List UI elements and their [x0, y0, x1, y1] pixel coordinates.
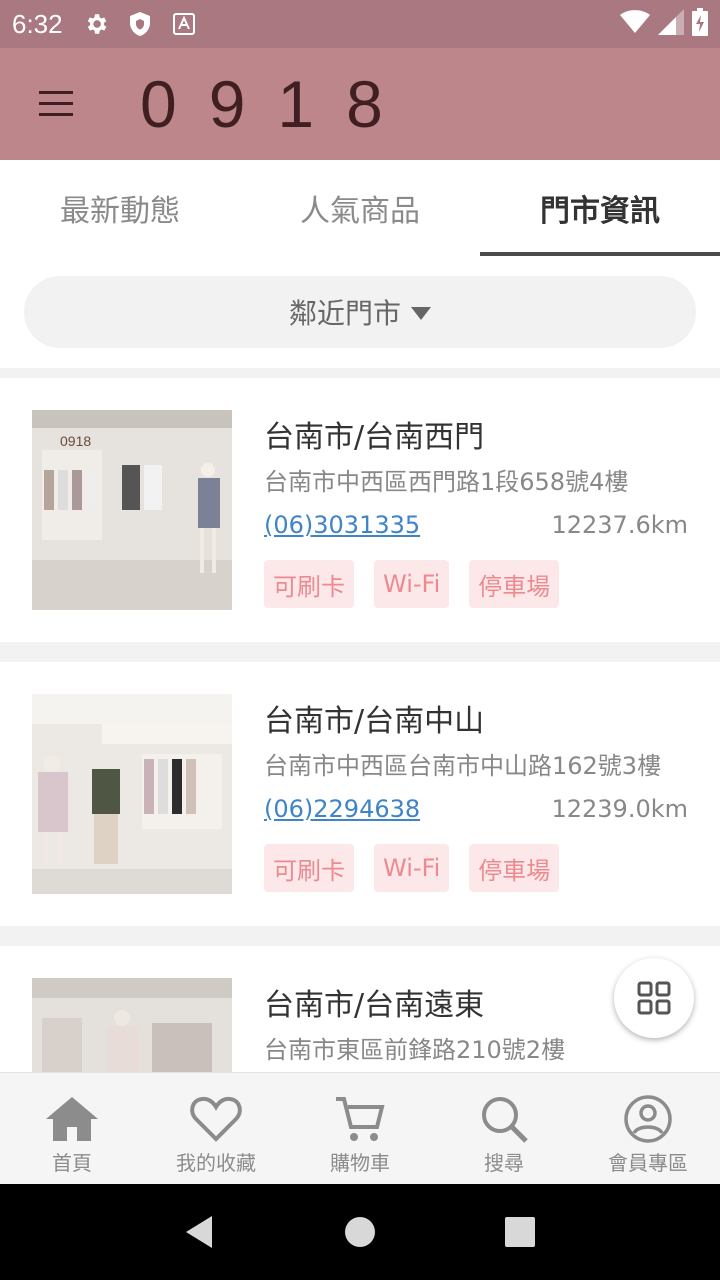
- home-circle-icon[interactable]: [342, 1214, 378, 1250]
- menu-button[interactable]: [0, 48, 112, 160]
- status-time: 6:32: [12, 8, 63, 39]
- store-card[interactable]: 台南市/台南中山 台南市中西區台南市中山路162號3樓 (06)2294638 …: [0, 662, 720, 926]
- nav-home[interactable]: 首頁: [0, 1073, 144, 1184]
- store-list: 0918 台南市/台南西門 台南市中西區西門路1段658號4樓 (06)3031…: [0, 378, 720, 1072]
- tag-credit-card: 可刷卡: [264, 844, 354, 892]
- account-icon: [624, 1095, 672, 1143]
- tab-store-info[interactable]: 門市資訊: [480, 160, 720, 256]
- caret-down-icon: [411, 306, 431, 320]
- nearby-stores-dropdown[interactable]: 鄰近門市: [24, 276, 696, 348]
- store-tags: 可刷卡 Wi-Fi 停車場: [264, 844, 560, 892]
- bottom-navigation: 首頁 我的收藏 購物車 搜尋 會員專區: [0, 1072, 720, 1184]
- signal-icon: [658, 9, 684, 39]
- store-name: 台南市/台南遠東: [264, 988, 485, 1023]
- store-name: 台南市/台南西門: [264, 420, 485, 455]
- nav-cart[interactable]: 購物車: [288, 1073, 432, 1184]
- store-address: 台南市中西區西門路1段658號4樓: [264, 468, 629, 496]
- heart-icon: [190, 1096, 242, 1142]
- store-tags: 可刷卡 Wi-Fi 停車場: [264, 560, 560, 608]
- svg-text:0918: 0918: [60, 433, 91, 449]
- tab-popular-items[interactable]: 人氣商品: [240, 160, 480, 256]
- store-card[interactable]: 台南市/台南遠東 台南市東區前鋒路210號2樓: [0, 946, 720, 1072]
- tag-parking: 停車場: [469, 560, 560, 608]
- store-distance: 12237.6km: [551, 511, 688, 539]
- store-name: 台南市/台南中山: [264, 704, 485, 739]
- dropdown-label: 鄰近門市: [288, 297, 401, 330]
- gear-icon: [81, 9, 111, 39]
- tab-bar: 最新動態 人氣商品 門市資訊: [0, 160, 720, 256]
- grid-icon: [637, 981, 671, 1015]
- nav-favorites[interactable]: 我的收藏: [144, 1073, 288, 1184]
- status-bar: 6:32: [0, 0, 720, 48]
- filter-bar: 鄰近門市: [0, 256, 720, 368]
- store-phone-link[interactable]: (06)2294638: [264, 795, 420, 823]
- store-card[interactable]: 0918 台南市/台南西門 台南市中西區西門路1段658號4樓 (06)3031…: [0, 378, 720, 642]
- tab-latest-news[interactable]: 最新動態: [0, 160, 240, 256]
- nav-member-label: 會員專區: [608, 1151, 688, 1175]
- nav-search-label: 搜尋: [484, 1151, 524, 1175]
- app-bar: 0918: [0, 48, 720, 160]
- store-address: 台南市東區前鋒路210號2樓: [264, 1036, 566, 1064]
- store-photo: 0918: [32, 410, 232, 610]
- recents-icon[interactable]: [502, 1214, 538, 1250]
- tag-wifi: Wi-Fi: [374, 844, 450, 892]
- nav-home-label: 首頁: [52, 1151, 92, 1175]
- store-photo: [32, 694, 232, 894]
- nav-search[interactable]: 搜尋: [432, 1073, 576, 1184]
- battery-icon: [692, 8, 708, 40]
- cart-icon: [336, 1097, 385, 1141]
- tag-parking: 停車場: [469, 844, 560, 892]
- nav-cart-label: 購物車: [330, 1151, 390, 1175]
- a-box-icon: [169, 9, 199, 39]
- shield-icon: [125, 9, 155, 39]
- tag-credit-card: 可刷卡: [264, 560, 354, 608]
- grid-menu-button[interactable]: [614, 958, 694, 1038]
- search-icon: [482, 1097, 528, 1143]
- tag-wifi: Wi-Fi: [374, 560, 450, 608]
- back-icon[interactable]: [182, 1214, 218, 1250]
- wifi-icon: [620, 10, 650, 38]
- store-photo: [32, 978, 232, 1072]
- home-icon: [46, 1097, 98, 1141]
- brand-logo[interactable]: 0918: [140, 66, 415, 142]
- system-nav-bar: [0, 1184, 720, 1280]
- nav-favorites-label: 我的收藏: [176, 1151, 256, 1175]
- store-address: 台南市中西區台南市中山路162號3樓: [264, 752, 662, 780]
- store-distance: 12239.0km: [551, 795, 688, 823]
- hamburger-icon: [39, 91, 73, 116]
- nav-member[interactable]: 會員專區: [576, 1073, 720, 1184]
- store-phone-link[interactable]: (06)3031335: [264, 511, 420, 539]
